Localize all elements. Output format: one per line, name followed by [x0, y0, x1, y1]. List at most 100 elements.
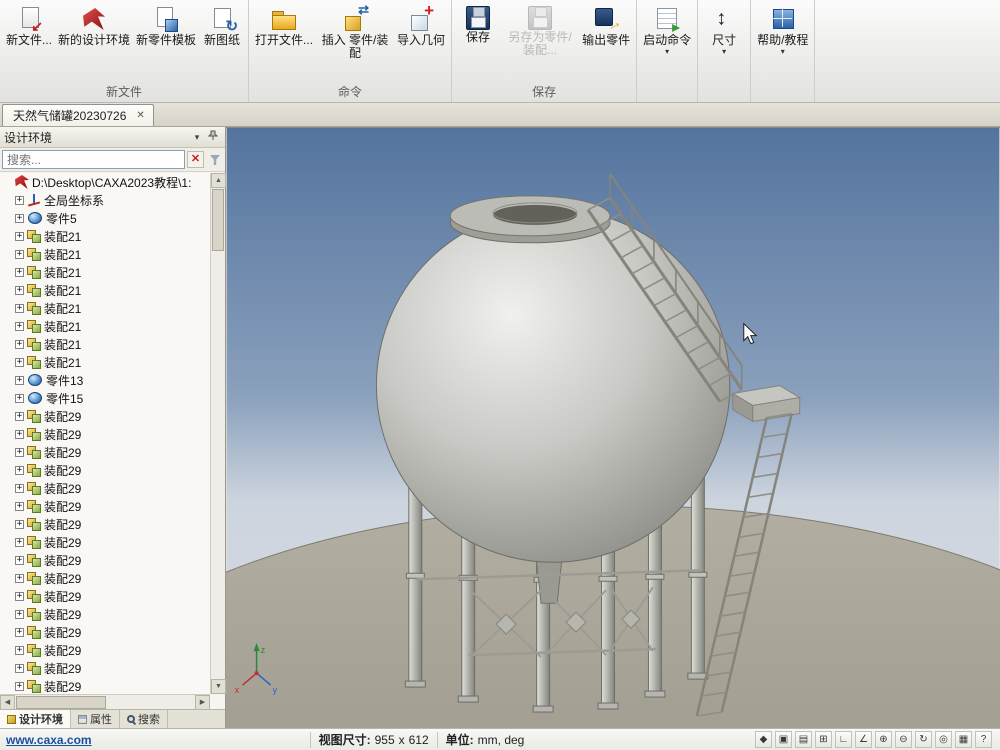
expand-icon[interactable]: + — [15, 628, 24, 637]
ortho-icon[interactable]: ∟ — [835, 731, 852, 748]
tree-item[interactable]: + 装配29 — [0, 551, 210, 569]
tree-item[interactable]: + 装配21 — [0, 353, 210, 371]
refresh-view-icon[interactable]: ↻ — [915, 731, 932, 748]
expand-icon[interactable]: + — [15, 376, 24, 385]
tree-item[interactable]: D:\Desktop\CAXA2023教程\1: — [0, 173, 210, 191]
expand-icon[interactable]: + — [15, 610, 24, 619]
tree-item[interactable]: + 装配29 — [0, 407, 210, 425]
toolbar-button[interactable]: 新的设计环境 — [55, 1, 133, 58]
search-input[interactable] — [2, 150, 185, 169]
tree-item[interactable]: + 装配21 — [0, 317, 210, 335]
toolbar-button[interactable]: 插入 零件/装配 — [316, 1, 394, 72]
tree-item[interactable]: + 装配29 — [0, 677, 210, 694]
expand-icon[interactable]: + — [15, 394, 24, 403]
chevron-down-icon[interactable]: ▾ — [189, 130, 205, 145]
toolbar-button[interactable]: 输出零件 — [579, 1, 633, 58]
tree-item[interactable]: + 装配29 — [0, 605, 210, 623]
tree-item[interactable]: + 装配29 — [0, 587, 210, 605]
tree-item[interactable]: + 装配21 — [0, 227, 210, 245]
expand-icon[interactable]: + — [15, 250, 24, 259]
expand-icon[interactable]: + — [15, 466, 24, 475]
tree-horizontal-scrollbar[interactable]: ◀ ▶ — [0, 694, 210, 709]
expand-icon[interactable]: + — [15, 664, 24, 673]
tree-item[interactable]: + 零件15 — [0, 389, 210, 407]
scroll-right-icon[interactable]: ▶ — [195, 695, 210, 710]
tree-item[interactable]: + 全局坐标系 — [0, 191, 210, 209]
tree-item[interactable]: + 零件5 — [0, 209, 210, 227]
expand-icon[interactable]: + — [15, 304, 24, 313]
fit-view-icon[interactable]: ▦ — [955, 731, 972, 748]
expand-icon[interactable]: + — [15, 232, 24, 241]
filter-icon[interactable] — [206, 151, 223, 168]
expand-icon[interactable]: + — [15, 592, 24, 601]
tree-item[interactable]: + 装配29 — [0, 443, 210, 461]
sheet-icon[interactable]: ▣ — [775, 731, 792, 748]
toolbar-button[interactable]: 另存为零件/装配... — [501, 1, 579, 69]
expand-icon[interactable]: + — [15, 646, 24, 655]
caxa-website-link[interactable]: www.caxa.com — [6, 733, 92, 747]
tree-item[interactable]: + 装配29 — [0, 623, 210, 641]
tree-item[interactable]: + 装配21 — [0, 335, 210, 353]
snap-grid-icon[interactable]: ⊞ — [815, 731, 832, 748]
viewport-3d[interactable]: z x y — [226, 127, 1000, 728]
pin-icon[interactable] — [205, 130, 221, 145]
status-help-icon[interactable]: ? — [975, 731, 992, 748]
toolbar-button[interactable]: 导入几何 — [394, 1, 448, 58]
expand-icon[interactable]: + — [15, 322, 24, 331]
tree-item[interactable]: + 零件13 — [0, 371, 210, 389]
expand-icon[interactable]: + — [15, 412, 24, 421]
toolbar-button[interactable]: 新图纸 — [199, 1, 245, 58]
close-icon[interactable]: ✕ — [136, 110, 144, 121]
toolbar-button[interactable]: 新零件模板 — [133, 1, 199, 58]
tree-item[interactable]: + 装配29 — [0, 569, 210, 587]
angle-snap-icon[interactable]: ∠ — [855, 731, 872, 748]
tree-item[interactable]: + 装配21 — [0, 299, 210, 317]
expand-icon[interactable]: + — [15, 340, 24, 349]
tree-item[interactable]: + 装配29 — [0, 533, 210, 551]
expand-icon[interactable]: + — [15, 196, 24, 205]
expand-icon[interactable]: + — [15, 556, 24, 565]
expand-icon[interactable]: + — [15, 214, 24, 223]
expand-icon[interactable]: + — [15, 448, 24, 457]
tree-item[interactable]: + 装配21 — [0, 245, 210, 263]
toolbar-button[interactable]: 尺寸 ▾ — [701, 1, 747, 58]
tree-item[interactable]: + 装配29 — [0, 659, 210, 677]
tree-item[interactable]: + 装配29 — [0, 515, 210, 533]
expand-icon[interactable]: + — [15, 286, 24, 295]
scrollbar-thumb[interactable] — [212, 189, 224, 251]
expand-icon[interactable]: + — [15, 520, 24, 529]
panel-tab[interactable]: 搜索 — [120, 710, 168, 728]
expand-icon[interactable]: + — [15, 538, 24, 547]
tree-item[interactable]: + 装配29 — [0, 425, 210, 443]
tree-item[interactable]: + 装配29 — [0, 641, 210, 659]
tree-vertical-scrollbar[interactable]: ▲ ▼ — [210, 173, 225, 694]
toolbar-button[interactable]: 启动命令 ▾ — [640, 1, 694, 58]
expand-icon[interactable]: + — [15, 358, 24, 367]
grid-toggle-icon[interactable]: ◆ — [755, 731, 772, 748]
scroll-left-icon[interactable]: ◀ — [0, 695, 15, 710]
layers-icon[interactable]: ▤ — [795, 731, 812, 748]
tree-item[interactable]: + 装配21 — [0, 263, 210, 281]
scroll-down-icon[interactable]: ▼ — [211, 679, 226, 694]
panel-tab[interactable]: 属性 — [71, 710, 120, 728]
expand-icon[interactable]: + — [15, 268, 24, 277]
tree-item[interactable]: + 装配29 — [0, 461, 210, 479]
toolbar-button[interactable]: 保存 — [455, 1, 501, 55]
panel-tab[interactable]: 设计环境 — [0, 710, 71, 728]
zoom-in-icon[interactable]: ⊕ — [875, 731, 892, 748]
center-view-icon[interactable]: ◎ — [935, 731, 952, 748]
expand-icon[interactable]: + — [15, 682, 24, 691]
tree-item[interactable]: + 装配29 — [0, 479, 210, 497]
expand-icon[interactable]: + — [15, 574, 24, 583]
expand-icon[interactable]: + — [15, 430, 24, 439]
document-tab[interactable]: 天然气储罐20230726 ✕ — [2, 104, 154, 126]
expand-icon[interactable]: + — [15, 484, 24, 493]
scrollbar-thumb[interactable] — [16, 696, 106, 709]
toolbar-button[interactable]: 新文件... — [3, 1, 55, 58]
toolbar-button[interactable]: 帮助/教程 ▾ — [754, 1, 811, 58]
clear-search-button[interactable]: ✕ — [187, 151, 204, 168]
toolbar-button[interactable]: 打开文件... — [252, 1, 316, 58]
expand-icon[interactable]: + — [15, 502, 24, 511]
zoom-out-icon[interactable]: ⊖ — [895, 731, 912, 748]
tree-item[interactable]: + 装配21 — [0, 281, 210, 299]
